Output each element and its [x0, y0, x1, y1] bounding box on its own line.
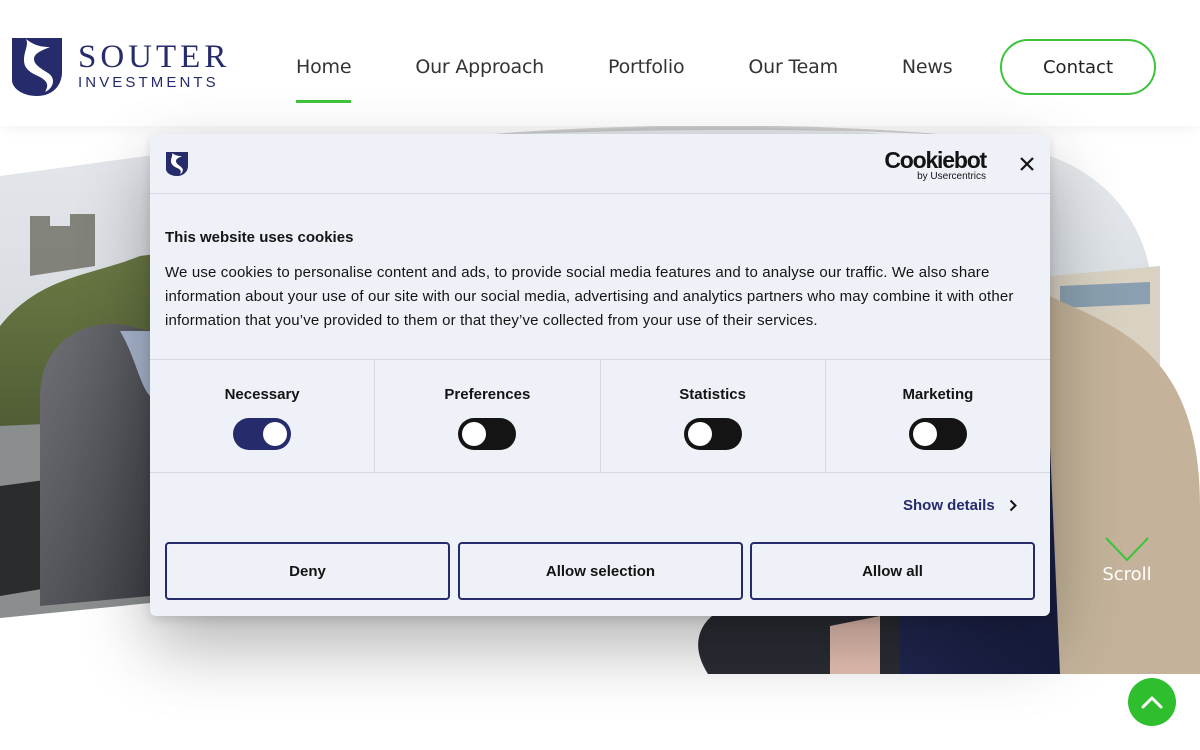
nav-our-approach[interactable]: Our Approach — [415, 56, 544, 78]
cookie-action-buttons: Deny Allow selection Allow all — [165, 542, 1035, 600]
logo-wordmark-bottom: INVESTMENTS — [78, 74, 219, 91]
cookiebot-brand[interactable]: Cookiebot by Usercentrics — [880, 147, 987, 183]
allow-selection-button[interactable]: Allow selection — [458, 542, 743, 600]
souter-logo-icon — [12, 38, 62, 96]
show-details-link[interactable]: Show details — [903, 497, 1017, 514]
cookie-dialog-header: Cookiebot by Usercentrics — [150, 134, 1050, 194]
deny-button[interactable]: Deny — [165, 542, 450, 600]
cookie-consent-dialog: Cookiebot by Usercentrics This website u… — [150, 134, 1050, 616]
toggle-statistics[interactable] — [683, 418, 742, 450]
show-details-label: Show details — [903, 497, 995, 514]
toggle-label-preferences: Preferences — [444, 386, 531, 403]
scroll-chevron-icon — [1105, 537, 1149, 562]
toggle-marketing[interactable] — [908, 418, 967, 450]
toggle-preferences[interactable] — [458, 418, 517, 450]
toggle-knob — [462, 422, 487, 446]
nav-portfolio[interactable]: Portfolio — [608, 56, 685, 78]
nav-news[interactable]: News — [902, 56, 953, 78]
cookie-dialog-body: This website uses cookies We use cookies… — [165, 229, 1035, 333]
scroll-label: Scroll — [1102, 564, 1152, 585]
chevron-right-icon — [1009, 499, 1017, 512]
cookie-description: We use cookies to personalise content an… — [165, 264, 1014, 329]
site-header: SOUTER INVESTMENTS Home Our Approach Por… — [0, 0, 1200, 126]
cookie-category-toggles: Necessary Preferences Statistics Marketi… — [150, 359, 1050, 473]
contact-button[interactable]: Contact — [1000, 39, 1156, 95]
toggle-necessary[interactable] — [233, 418, 292, 450]
scroll-indicator[interactable]: Scroll — [1098, 536, 1156, 585]
toggle-knob — [912, 422, 937, 446]
toggle-statistics-cell: Statistics — [601, 360, 826, 472]
close-icon[interactable] — [1018, 155, 1036, 173]
nav-our-team[interactable]: Our Team — [748, 56, 838, 78]
souter-logo[interactable]: SOUTER INVESTMENTS — [12, 38, 230, 96]
toggle-label-statistics: Statistics — [679, 386, 746, 403]
cookie-title: This website uses cookies — [165, 229, 354, 246]
toggle-preferences-cell: Preferences — [375, 360, 601, 472]
back-to-top-button[interactable] — [1128, 678, 1176, 726]
toggle-label-marketing: Marketing — [902, 386, 974, 403]
arrow-up-icon — [1141, 696, 1163, 709]
cookiebot-s-icon — [166, 152, 188, 176]
main-nav: Home Our Approach Portfolio Our Team New… — [296, 56, 953, 103]
cookiebot-wordmark: Cookiebot — [884, 147, 987, 173]
toggle-knob — [263, 422, 288, 446]
toggle-knob — [687, 422, 712, 446]
nav-home[interactable]: Home — [296, 56, 352, 103]
logo-wordmark-top: SOUTER — [78, 39, 231, 75]
allow-all-button[interactable]: Allow all — [750, 542, 1035, 600]
toggle-necessary-cell: Necessary — [150, 360, 376, 472]
toggle-marketing-cell: Marketing — [826, 360, 1050, 472]
toggle-label-necessary: Necessary — [224, 386, 300, 403]
